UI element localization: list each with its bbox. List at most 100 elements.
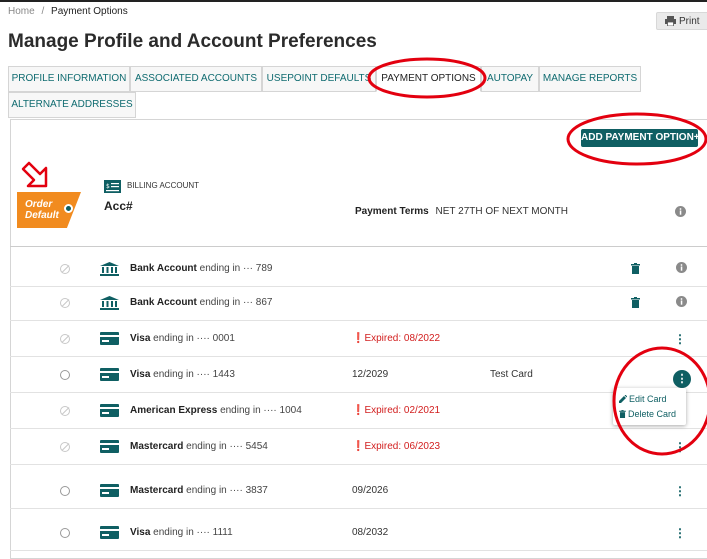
payment-row: Mastercard ending in ···· 5454 ❗Expired:… — [10, 429, 707, 465]
menu-item-edit-label: Edit Card — [629, 394, 667, 404]
credit-card-icon — [100, 368, 119, 381]
tab-alternate-addresses[interactable]: ALTERNATE ADDRESSES — [8, 92, 136, 118]
default-radio[interactable] — [60, 486, 70, 496]
payment-row: Visa ending in ···· 1111 08/2032 ⋮ — [10, 515, 707, 551]
method-ending: ending in ··· 867 — [199, 297, 273, 308]
default-radio-disabled — [60, 298, 70, 308]
svg-text:$: $ — [106, 183, 110, 190]
payment-row: American Express ending in ···· 1004 ❗Ex… — [10, 393, 707, 429]
expiry-text: Expired: 06/2023 — [364, 441, 441, 452]
default-radio-disabled — [60, 406, 70, 416]
payment-method-name: Bank Account ending in ··· 789 — [130, 263, 272, 274]
tab-profile-information[interactable]: PROFILE INFORMATION — [8, 66, 130, 92]
method-type: Visa — [130, 333, 151, 344]
credit-card-icon — [100, 526, 119, 539]
trash-icon — [619, 410, 626, 418]
payment-method-name: Visa ending in ···· 0001 — [130, 333, 235, 344]
method-ending: ending in ··· 789 — [199, 263, 273, 274]
menu-item-edit-card[interactable]: Edit Card — [619, 392, 686, 407]
more-options-button-active[interactable]: ⋮ — [673, 370, 691, 388]
method-type: Mastercard — [130, 485, 184, 496]
expiry-date: ❗Expired: 02/2021 — [352, 405, 440, 416]
expiry-text: Expired: 02/2021 — [364, 405, 441, 416]
default-radio-disabled — [60, 334, 70, 344]
trash-icon[interactable] — [631, 263, 640, 274]
more-options-button[interactable]: ⋮ — [674, 484, 686, 498]
more-options-button[interactable]: ⋮ — [674, 332, 686, 346]
expiry-text: Expired: 08/2022 — [364, 333, 441, 344]
bank-icon — [100, 296, 119, 310]
print-button[interactable]: Print — [656, 12, 707, 30]
method-type: American Express — [130, 405, 218, 416]
info-icon[interactable] — [676, 262, 687, 273]
page-title: Manage Profile and Account Preferences — [8, 31, 377, 52]
method-type: Visa — [130, 369, 151, 380]
method-type: Bank Account — [130, 263, 197, 274]
expiry-date: 09/2026 — [352, 485, 389, 496]
alert-icon: ❗ — [352, 405, 365, 416]
printer-icon — [665, 16, 676, 27]
alert-icon: ❗ — [352, 333, 365, 344]
payment-terms: Payment Terms NET 27TH OF NEXT MONTH — [355, 206, 568, 217]
more-options-button[interactable]: ⋮ — [674, 526, 686, 540]
default-radio-disabled — [60, 264, 70, 274]
default-radio[interactable] — [60, 370, 70, 380]
trash-icon[interactable] — [631, 297, 640, 308]
bank-icon — [100, 262, 119, 276]
tab-payment-options[interactable]: PAYMENT OPTIONS — [376, 66, 481, 92]
breadcrumb-separator: / — [41, 6, 45, 17]
expiry-date: 08/2032 — [352, 527, 389, 538]
menu-item-delete-card[interactable]: Delete Card — [619, 407, 686, 422]
payment-terms-label: Payment Terms — [355, 206, 429, 217]
default-radio[interactable] — [60, 528, 70, 538]
payment-method-name: Visa ending in ···· 1443 — [130, 369, 235, 380]
card-context-menu: Edit Card Delete Card — [613, 388, 686, 425]
payment-terms-value: NET 27TH OF NEXT MONTH — [435, 206, 568, 217]
payment-row: Bank Account ending in ··· 789 — [10, 251, 707, 287]
top-border — [0, 0, 707, 2]
tab-autopay[interactable]: AUTOPAY — [481, 66, 539, 92]
tab-associated-accounts[interactable]: ASSOCIATED ACCOUNTS — [130, 66, 262, 92]
credit-card-icon — [100, 332, 119, 345]
add-payment-option-button[interactable]: ADD PAYMENT OPTION+ — [581, 129, 700, 147]
breadcrumb: Home / Payment Options — [8, 6, 128, 17]
credit-card-icon — [100, 404, 119, 417]
info-icon[interactable] — [675, 206, 686, 217]
payment-method-name: Mastercard ending in ···· 3837 — [130, 485, 268, 496]
method-type: Mastercard — [130, 441, 184, 452]
payment-row: Mastercard ending in ···· 3837 09/2026 ⋮ — [10, 473, 707, 509]
payment-method-name: American Express ending in ···· 1004 — [130, 405, 302, 416]
payment-row: Visa ending in ···· 0001 ❗Expired: 08/20… — [10, 321, 707, 357]
method-type: Visa — [130, 527, 151, 538]
order-default-radio[interactable] — [64, 204, 73, 213]
tab-usepoint-defaults[interactable]: USEPOINT DEFAULTS — [262, 66, 376, 92]
breadcrumb-home[interactable]: Home — [8, 6, 35, 17]
credit-card-icon — [100, 440, 119, 453]
credit-card-icon — [100, 484, 119, 497]
billing-account-icon: $ — [104, 180, 121, 193]
breadcrumb-current: Payment Options — [51, 6, 128, 17]
method-ending: ending in ···· 1111 — [153, 527, 233, 538]
pencil-icon — [619, 394, 628, 403]
expiry-date: 12/2029 — [352, 369, 389, 380]
method-ending: ending in ···· 5454 — [186, 441, 268, 452]
more-options-button[interactable]: ⋮ — [674, 440, 686, 454]
tab-manage-reports[interactable]: MANAGE REPORTS — [539, 66, 641, 92]
print-label: Print — [679, 16, 700, 27]
expiry-date: ❗Expired: 08/2022 — [352, 333, 440, 344]
payment-method-name: Visa ending in ···· 1111 — [130, 527, 233, 538]
menu-item-delete-label: Delete Card — [628, 409, 677, 419]
billing-account-label: BILLING ACCOUNT — [127, 181, 200, 190]
payment-row: Bank Account ending in ··· 867 — [10, 285, 707, 321]
default-radio-disabled — [60, 442, 70, 452]
account-number: Acc# — [104, 199, 133, 213]
header-divider — [10, 246, 707, 247]
method-ending: ending in ···· 3837 — [186, 485, 268, 496]
payment-row: Visa ending in ···· 1443 12/2029 Test Ca… — [10, 357, 707, 393]
payment-method-name: Bank Account ending in ··· 867 — [130, 297, 272, 308]
info-icon[interactable] — [676, 296, 687, 307]
expiry-date: ❗Expired: 06/2023 — [352, 441, 440, 452]
alert-icon: ❗ — [352, 441, 365, 452]
method-ending: ending in ···· 1004 — [220, 405, 302, 416]
card-nickname: Test Card — [490, 369, 533, 380]
